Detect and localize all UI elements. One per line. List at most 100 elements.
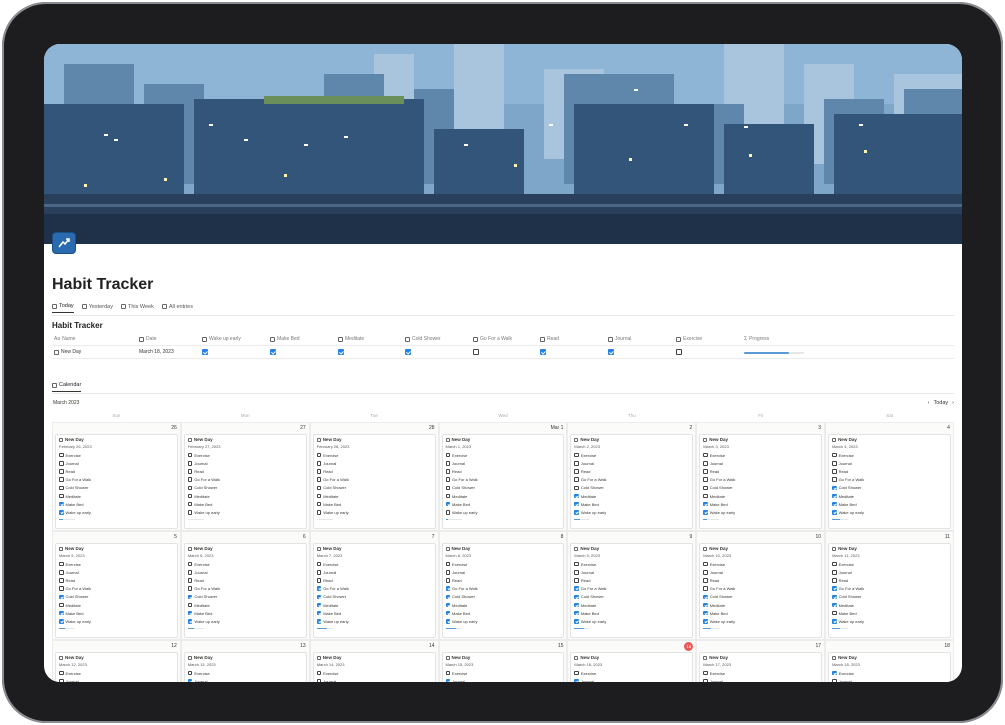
habit-item[interactable]: Wake up early <box>832 617 947 625</box>
row-checkbox-walk[interactable] <box>473 349 479 355</box>
habit-item[interactable]: Go For a Walk <box>316 585 432 593</box>
habit-item[interactable]: Read <box>832 467 947 475</box>
checkbox[interactable] <box>832 594 837 600</box>
habit-item[interactable]: Wake up early <box>187 508 303 516</box>
habit-item[interactable]: Exercise <box>832 560 947 568</box>
checkbox[interactable] <box>574 679 579 682</box>
habit-item[interactable]: Go For a Walk <box>59 476 174 484</box>
calendar-day[interactable]: 14New DayMarch 14, 2023ExerciseJournalRe… <box>309 640 439 682</box>
calendar-day[interactable]: 3 New Day March 3, 2023 Exercise Journal Read… <box>696 422 826 531</box>
checkbox[interactable] <box>832 461 837 466</box>
row-checkbox-bed[interactable] <box>270 349 276 355</box>
checkbox[interactable] <box>574 594 579 600</box>
checkbox[interactable] <box>574 602 579 608</box>
habit-item[interactable]: Meditate <box>316 492 432 500</box>
checkbox[interactable] <box>832 501 837 507</box>
entry-card[interactable]: New Day March 8, 2023 Exercise Journal Read G… <box>441 543 565 638</box>
habit-item[interactable]: Exercise <box>574 560 689 568</box>
checkbox[interactable] <box>316 578 322 583</box>
checkbox[interactable] <box>445 477 451 482</box>
checkbox[interactable] <box>202 349 208 355</box>
checkbox[interactable] <box>187 586 193 591</box>
checkbox[interactable] <box>187 594 193 600</box>
habit-item[interactable]: Make Bed <box>59 500 174 508</box>
checkbox[interactable] <box>703 452 708 458</box>
checkbox[interactable] <box>316 461 322 466</box>
checkbox[interactable] <box>832 510 837 515</box>
habit-item[interactable]: Meditate <box>703 492 818 500</box>
habit-item[interactable]: Meditate <box>187 601 303 609</box>
checkbox[interactable] <box>187 610 193 616</box>
checkbox[interactable] <box>473 349 479 355</box>
checkbox[interactable] <box>445 570 451 575</box>
habit-item[interactable]: Go For a Walk <box>187 585 303 593</box>
calendar-day[interactable]: 7 New Day March 7, 2023 Exercise Journal Read… <box>309 531 439 640</box>
habit-item[interactable]: Wake up early <box>832 508 947 516</box>
checkbox[interactable] <box>187 602 193 608</box>
habit-item[interactable]: Journal <box>187 677 303 682</box>
habit-item[interactable]: Go For a Walk <box>445 476 561 484</box>
checkbox[interactable] <box>832 477 837 482</box>
checkbox[interactable] <box>59 610 64 616</box>
calendar-day[interactable]: 18New DayMarch 18, 2023ExerciseJournalRe… <box>825 640 954 682</box>
habit-item[interactable]: Cold Shower <box>703 593 818 601</box>
habit-item[interactable]: Journal <box>574 677 689 682</box>
checkbox[interactable] <box>338 349 344 355</box>
entry-card[interactable]: New DayMarch 18, 2023ExerciseJournalRead… <box>828 652 951 682</box>
checkbox[interactable] <box>187 501 193 507</box>
habit-item[interactable]: Cold Shower <box>574 484 689 492</box>
checkbox[interactable] <box>445 501 451 507</box>
checkbox[interactable] <box>187 561 193 567</box>
habit-item[interactable]: Make Bed <box>316 500 432 508</box>
checkbox[interactable] <box>316 610 322 616</box>
checkbox[interactable] <box>316 485 322 491</box>
checkbox[interactable] <box>832 670 837 676</box>
entry-card[interactable]: New DayMarch 16, 2023ExerciseJournalRead… <box>570 652 694 682</box>
habit-item[interactable]: Make Bed <box>187 500 303 508</box>
checkbox[interactable] <box>187 469 193 474</box>
checkbox[interactable] <box>703 594 708 600</box>
checkbox[interactable] <box>445 561 451 567</box>
row-name[interactable]: New Day <box>54 349 81 355</box>
habit-item[interactable]: Wake up early <box>445 617 561 625</box>
habit-item[interactable]: Read <box>187 576 303 584</box>
checkbox[interactable] <box>608 349 614 355</box>
checkbox[interactable] <box>574 619 579 624</box>
habit-item[interactable]: Make Bed <box>703 609 818 617</box>
checkbox[interactable] <box>59 501 64 507</box>
checkbox[interactable] <box>445 610 451 616</box>
checkbox[interactable] <box>59 469 64 474</box>
habit-item[interactable]: Cold Shower <box>574 593 689 601</box>
checkbox[interactable] <box>832 610 837 616</box>
entry-card[interactable]: New Day February 26, 2023 Exercise Journal R… <box>55 434 178 529</box>
habit-item[interactable]: Exercise <box>703 451 818 459</box>
checkbox[interactable] <box>445 461 451 466</box>
habit-item[interactable]: Exercise <box>703 560 818 568</box>
habit-item[interactable]: Read <box>445 576 561 584</box>
habit-item[interactable]: Read <box>832 576 947 584</box>
checkbox[interactable] <box>445 679 451 682</box>
checkbox[interactable] <box>59 578 64 583</box>
habit-item[interactable]: Exercise <box>445 669 561 677</box>
database-title[interactable]: Habit Tracker <box>52 321 103 330</box>
checkbox[interactable] <box>316 670 322 676</box>
habit-item[interactable]: Read <box>59 467 174 475</box>
checkbox[interactable] <box>187 578 193 583</box>
habit-item[interactable]: Cold Shower <box>832 593 947 601</box>
checkbox[interactable] <box>832 679 837 682</box>
habit-item[interactable]: Exercise <box>59 560 174 568</box>
row-checkbox-read[interactable] <box>540 349 546 355</box>
column-header-progress[interactable]: Σ Progress <box>744 336 769 342</box>
checkbox[interactable] <box>445 594 451 600</box>
checkbox[interactable] <box>445 586 451 591</box>
habit-item[interactable]: Read <box>316 576 432 584</box>
checkbox[interactable] <box>59 594 64 600</box>
checkbox[interactable] <box>832 561 837 567</box>
checkbox[interactable] <box>832 485 837 491</box>
habit-item[interactable]: Journal <box>703 459 818 467</box>
habit-item[interactable]: Meditate <box>445 601 561 609</box>
habit-item[interactable]: Read <box>187 467 303 475</box>
entry-card[interactable]: New Day February 27, 2023 Exercise Journal R… <box>183 434 307 529</box>
habit-item[interactable]: Make Bed <box>574 500 689 508</box>
checkbox[interactable] <box>703 586 708 591</box>
